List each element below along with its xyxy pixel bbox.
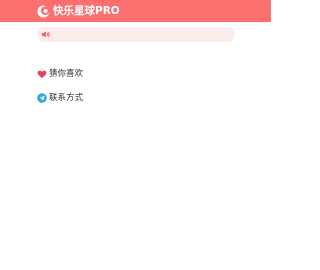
- crescent-moon-logo-icon: [37, 5, 50, 18]
- speaker-icon: [41, 30, 50, 39]
- menu-item-contact[interactable]: 联系方式: [37, 92, 83, 104]
- app-title: 快乐星球PRO: [53, 4, 120, 17]
- menu-item-label: 联系方式: [49, 93, 84, 103]
- telegram-icon: [37, 93, 47, 103]
- menu-item-label: 猜你喜欢: [49, 69, 84, 79]
- app-header: 快乐星球PRO: [0, 0, 271, 22]
- notice-bar[interactable]: [37, 27, 235, 42]
- menu-item-guess-you-like[interactable]: 猜你喜欢: [37, 68, 83, 80]
- heart-icon: [37, 69, 47, 79]
